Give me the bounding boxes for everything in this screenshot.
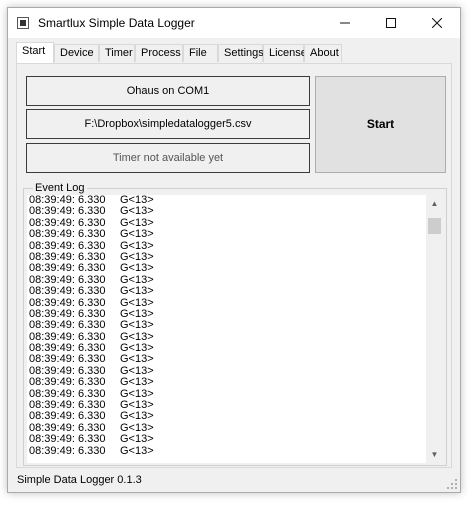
tab-timer[interactable]: Timer (99, 44, 135, 62)
tab-license[interactable]: License (263, 44, 307, 62)
status-text: Simple Data Logger 0.1.3 (17, 474, 142, 486)
log-value: 6.330 (78, 228, 106, 241)
event-log-list[interactable]: 08:39:49: 6.330 G<13> 08:39:49: 6.330 G<13> 08… (27, 195, 443, 463)
minimize-button[interactable] (322, 8, 368, 38)
log-entry: 08:39:49: 6.330 G<13> (27, 285, 443, 298)
resize-grip-icon[interactable] (447, 479, 457, 489)
event-log-group: Event Log 08:39:49: 6.330 G<13> 08:39:49: 6.… (23, 181, 447, 466)
scroll-up-arrow-icon[interactable]: ▲ (426, 195, 443, 212)
log-code: G<13> (120, 376, 154, 389)
maximize-button[interactable] (368, 8, 414, 38)
maximize-icon (386, 18, 396, 28)
tab-strip: Start Device Timer Process File Settings… (16, 42, 452, 63)
close-button[interactable] (414, 8, 460, 38)
app-window: Smartlux Simple Data Logger Start Device… (7, 7, 461, 493)
log-entry: 08:39:49: 6.330 G<13> (27, 433, 443, 446)
tab-about[interactable]: About (304, 44, 342, 62)
log-code: G<13> (120, 433, 154, 446)
tab-process[interactable]: Process (135, 44, 183, 62)
start-tab-panel: Ohaus on COM1 F:\Dropbox\simpledatalogge… (16, 63, 452, 468)
tab-settings[interactable]: Settings (218, 44, 264, 62)
scroll-thumb[interactable] (428, 218, 441, 234)
log-scrollbar[interactable]: ▲ ▼ (426, 195, 443, 463)
title-bar[interactable]: Smartlux Simple Data Logger (8, 8, 460, 38)
tab-device[interactable]: Device (54, 44, 99, 62)
log-value: 6.330 (78, 319, 106, 332)
file-path-display: F:\Dropbox\simpledatalogger5.csv (26, 109, 310, 139)
log-time: 08:39:49: (29, 444, 75, 457)
start-button[interactable]: Start (315, 76, 446, 173)
log-value: 6.330 (78, 376, 106, 389)
log-value: 6.330 (78, 433, 106, 446)
window-title: Smartlux Simple Data Logger (38, 16, 195, 30)
event-log-lines: 08:39:49: 6.330 G<13> 08:39:49: 6.330 G<13> 08… (27, 195, 443, 457)
log-value: 6.330 (78, 285, 106, 298)
minimize-icon (340, 22, 350, 24)
log-code: G<13> (120, 285, 154, 298)
log-value: 6.330 (78, 444, 106, 457)
log-time: 08:39:49: (29, 376, 75, 389)
status-bar: Simple Data Logger 0.1.3 (8, 470, 460, 492)
tab-start[interactable]: Start (16, 42, 54, 63)
device-display: Ohaus on COM1 (26, 76, 310, 106)
close-icon (431, 17, 443, 29)
log-time: 08:39:49: (29, 228, 75, 241)
log-entry: 08:39:49: 6.330 G<13> (27, 319, 443, 332)
app-icon (17, 17, 29, 29)
log-entry: 08:39:49: 6.330 G<13> (27, 376, 443, 389)
log-time: 08:39:49: (29, 285, 75, 298)
event-log-label: Event Log (33, 181, 87, 195)
log-code: G<13> (120, 319, 154, 332)
log-code: G<13> (120, 444, 154, 457)
tab-file[interactable]: File (183, 44, 218, 62)
log-entry: 08:39:49: 6.330 G<13> (27, 444, 443, 457)
log-time: 08:39:49: (29, 433, 75, 446)
log-entry: 08:39:49: 6.330 G<13> (27, 228, 443, 241)
timer-status-display: Timer not available yet (26, 143, 310, 173)
log-time: 08:39:49: (29, 319, 75, 332)
scroll-down-arrow-icon[interactable]: ▼ (426, 446, 443, 463)
log-code: G<13> (120, 228, 154, 241)
